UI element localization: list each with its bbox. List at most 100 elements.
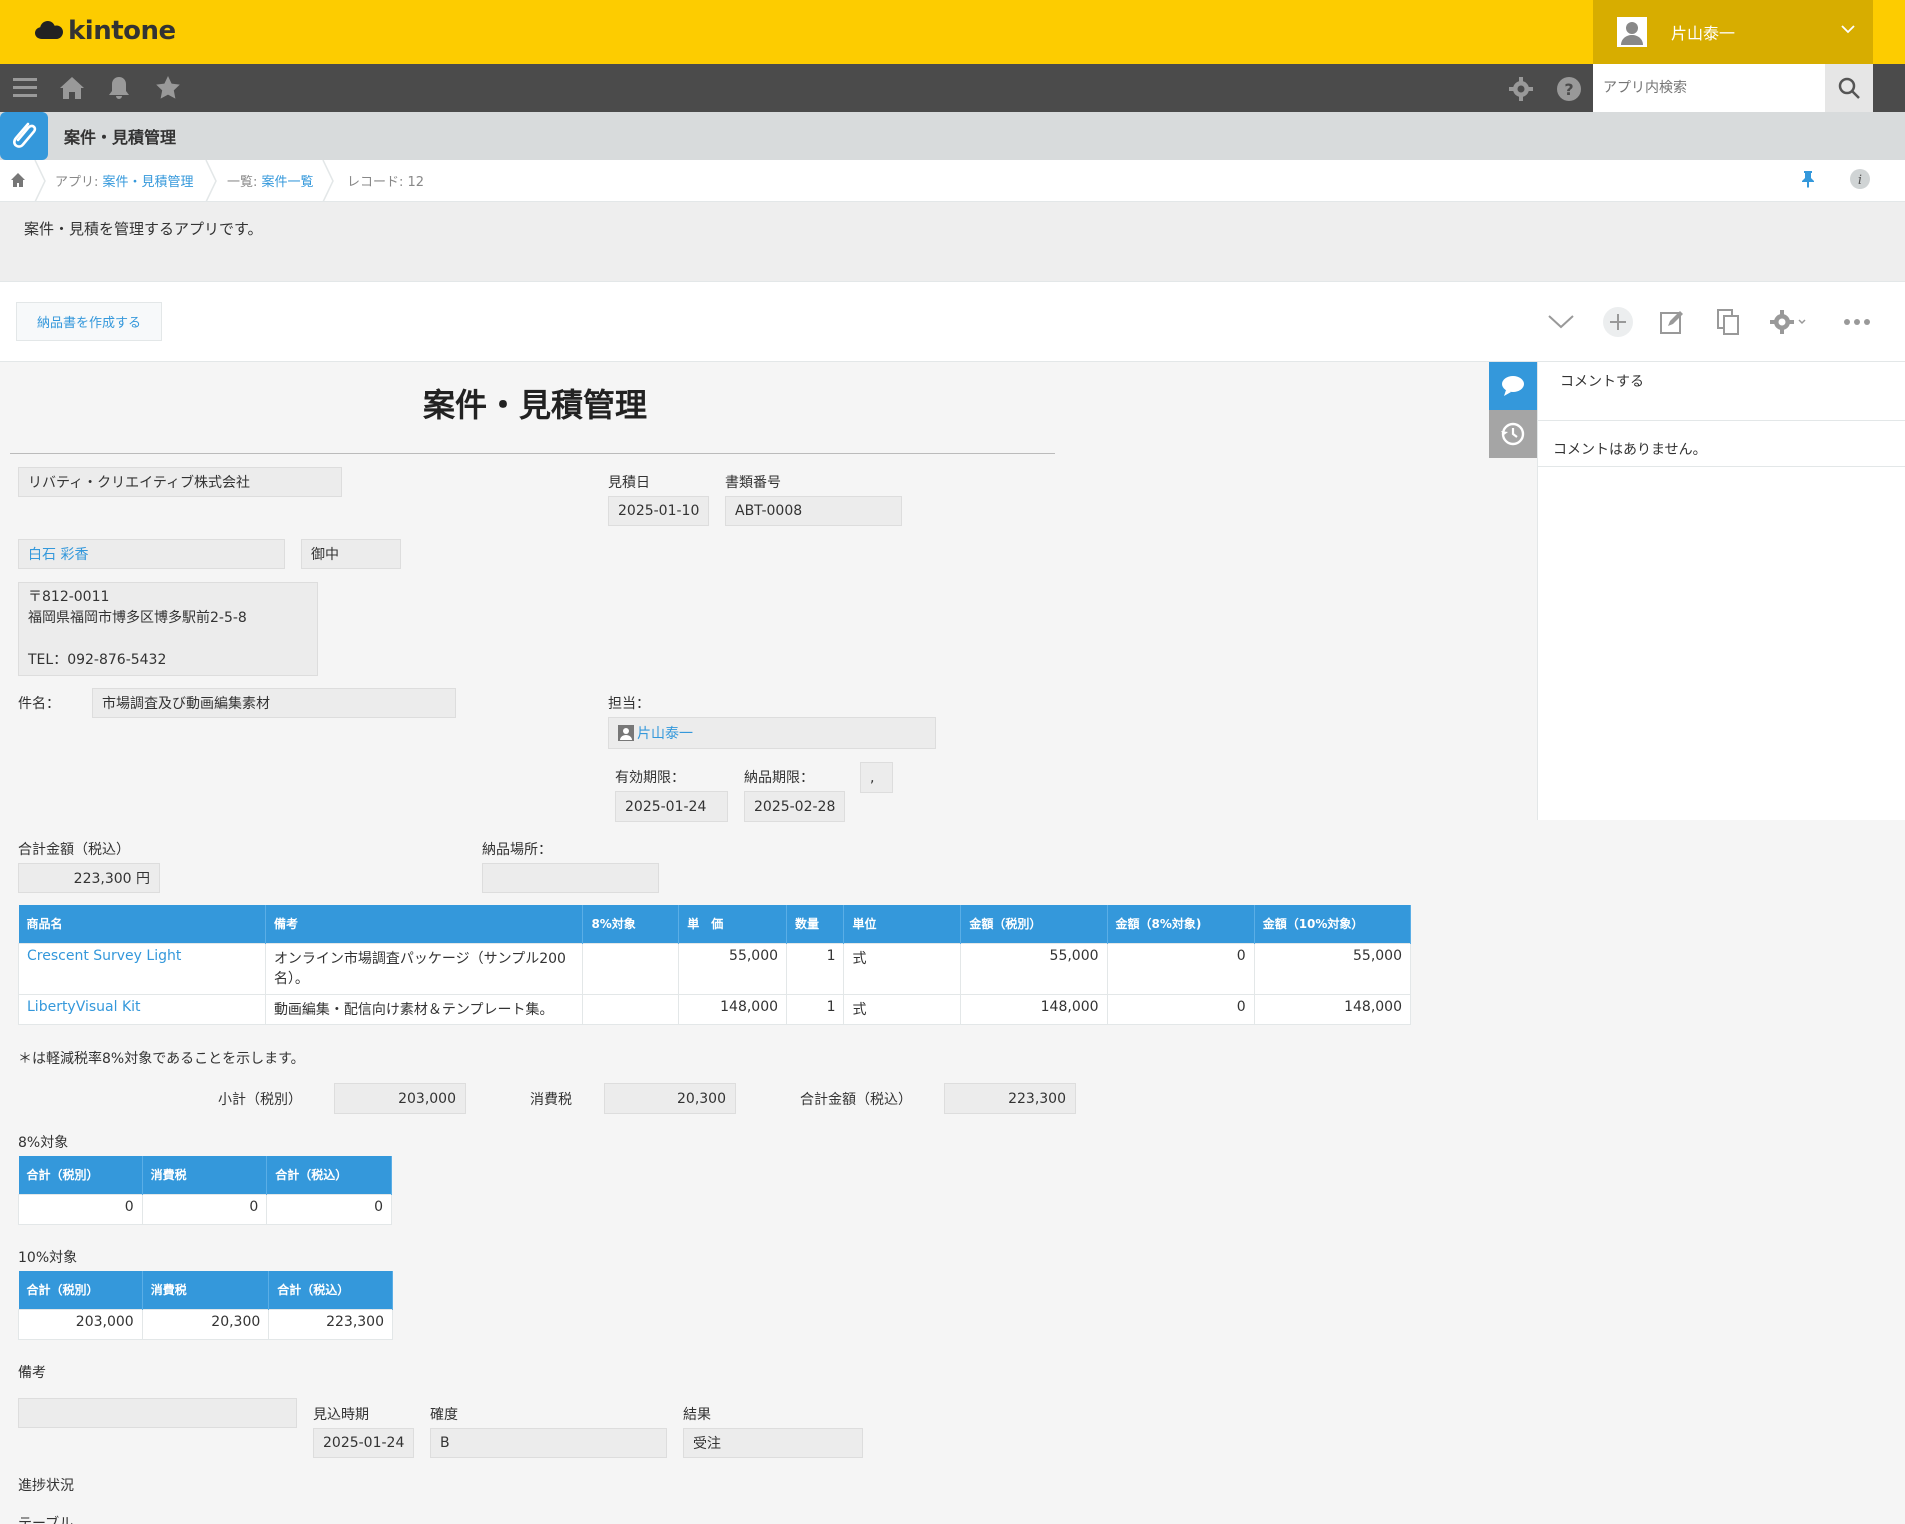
app-header bbox=[0, 112, 1905, 160]
doc-no-field: ABT-0008 bbox=[725, 496, 902, 526]
col-total-ex: 合計（税別） bbox=[18, 1271, 143, 1309]
product-link[interactable]: LibertyVisual Kit bbox=[27, 999, 141, 1015]
tax-cell: 0 bbox=[141, 1193, 268, 1225]
total-ex-cell: 0 bbox=[18, 1193, 143, 1225]
col-product: 商品名 bbox=[18, 905, 266, 943]
pin-icon[interactable] bbox=[1800, 170, 1816, 188]
search-icon bbox=[1838, 77, 1860, 99]
col-note: 備考 bbox=[265, 905, 584, 943]
star-icon[interactable] bbox=[155, 75, 181, 101]
kintone-logo[interactable]: kintone bbox=[34, 16, 176, 46]
product-cell[interactable]: LibertyVisual Kit bbox=[18, 993, 266, 1025]
breadcrumb-app-link[interactable]: 案件・見積管理 bbox=[103, 175, 194, 190]
expect-label: 見込時期 bbox=[313, 1407, 369, 1423]
app-search-input[interactable] bbox=[1593, 64, 1825, 112]
user-icon bbox=[618, 725, 634, 741]
comment-panel bbox=[1537, 362, 1905, 820]
breadcrumb-view-link[interactable]: 案件一覧 bbox=[262, 175, 314, 190]
col-total-in: 合計（税込） bbox=[268, 1271, 393, 1309]
amount-cell: 55,000 bbox=[960, 942, 1108, 995]
address-line: 福岡県福岡市博多区博多駅前2-5-8 bbox=[28, 610, 247, 626]
bell-icon[interactable] bbox=[106, 75, 132, 101]
add-record-icon[interactable] bbox=[1602, 306, 1634, 338]
tax-label: 消費税 bbox=[530, 1092, 572, 1108]
create-delivery-note-button[interactable]: 納品書を作成する bbox=[16, 302, 162, 341]
certainty-label: 確度 bbox=[430, 1407, 458, 1423]
items-table: 商品名 備考 8%対象 単 価 数量 単位 金額（税別） 金額（8%対象) 金額… bbox=[18, 905, 1412, 1025]
amount-cell: 148,000 bbox=[960, 993, 1108, 1025]
comments-tab[interactable] bbox=[1489, 362, 1537, 410]
comment-input[interactable]: コメントする bbox=[1560, 371, 1644, 391]
expect-field: 2025-01-24 bbox=[313, 1428, 414, 1458]
col-amount8: 金額（8%対象) bbox=[1107, 905, 1255, 943]
logo-text: kintone bbox=[68, 16, 176, 46]
no-comments-text: コメントはありません。 bbox=[1553, 442, 1707, 458]
divider bbox=[1537, 420, 1905, 421]
user-avatar-icon bbox=[1617, 17, 1647, 47]
app-description-area bbox=[0, 202, 1905, 282]
history-tab[interactable] bbox=[1489, 410, 1537, 458]
subject-label: 件名： bbox=[18, 696, 60, 712]
breadcrumb-separator bbox=[34, 160, 46, 202]
table-label: テーブル bbox=[18, 1516, 74, 1524]
breadcrumb-home-icon[interactable] bbox=[10, 172, 26, 188]
qty-cell: 1 bbox=[786, 942, 845, 995]
divider bbox=[1537, 466, 1905, 467]
chevron-down-icon[interactable] bbox=[1546, 306, 1576, 336]
col-reduced: 8%対象 bbox=[582, 905, 680, 943]
help-icon[interactable]: ? bbox=[1556, 76, 1582, 102]
table-row: Crescent Survey Light オンライン市場調査パッケージ（サンプ… bbox=[18, 942, 1412, 995]
comment-icon bbox=[1502, 376, 1524, 396]
unit-cell: 式 bbox=[843, 942, 962, 995]
duplicate-icon[interactable] bbox=[1714, 308, 1742, 336]
remarks-label: 備考 bbox=[18, 1365, 46, 1381]
product-link[interactable]: Crescent Survey Light bbox=[27, 948, 181, 964]
grand-total-field: 223,300 bbox=[944, 1083, 1076, 1114]
contact-field: 白石 彩香 bbox=[18, 539, 285, 569]
breadcrumb-view[interactable]: 一覧: 案件一覧 bbox=[227, 171, 314, 190]
qty-cell: 1 bbox=[786, 993, 845, 1025]
table-row: 0 0 0 bbox=[18, 1193, 392, 1225]
settings-gear-icon[interactable] bbox=[1768, 308, 1810, 336]
contact-link[interactable]: 白石 彩香 bbox=[28, 544, 88, 564]
col-total-in: 合計（税込） bbox=[266, 1156, 392, 1194]
delivery-place-field bbox=[482, 863, 659, 893]
menu-icon[interactable] bbox=[12, 75, 38, 101]
col-total-ex: 合計（税別） bbox=[18, 1156, 143, 1194]
col-unit: 単位 bbox=[843, 905, 962, 943]
svg-text:i: i bbox=[1858, 173, 1862, 188]
more-options-icon[interactable] bbox=[1842, 312, 1872, 332]
reduced-cell bbox=[582, 942, 680, 995]
items-header-row: 商品名 備考 8%対象 単 価 数量 単位 金額（税別） 金額（8%対象) 金額… bbox=[18, 905, 1412, 943]
breadcrumb-app[interactable]: アプリ: 案件・見積管理 bbox=[55, 171, 194, 190]
owner-field: 片山泰一 bbox=[608, 717, 936, 749]
user-menu[interactable]: 片山泰一 bbox=[1593, 0, 1873, 64]
owner-label: 担当： bbox=[608, 696, 650, 712]
info-icon[interactable]: i bbox=[1849, 168, 1871, 190]
app-title: 案件・見積管理 bbox=[64, 128, 177, 147]
home-icon[interactable] bbox=[59, 75, 85, 101]
delivery-date-label: 納品期限： bbox=[744, 770, 814, 786]
subject-field: 市場調査及び動画編集素材 bbox=[92, 688, 456, 718]
amount8-cell: 0 bbox=[1106, 942, 1255, 995]
amount10-cell: 55,000 bbox=[1253, 942, 1412, 995]
gear-icon[interactable] bbox=[1508, 76, 1534, 102]
col-tax: 消費税 bbox=[142, 1271, 270, 1309]
tax-cell: 20,300 bbox=[141, 1308, 270, 1340]
note-cell: 動画編集・配信向け素材＆テンプレート集。 bbox=[264, 993, 584, 1025]
table-row: LibertyVisual Kit 動画編集・配信向け素材＆テンプレート集。 1… bbox=[18, 993, 1412, 1025]
amount8-cell: 0 bbox=[1106, 993, 1255, 1025]
breadcrumb-view-prefix: 一覧: bbox=[227, 175, 262, 190]
table-row: 203,000 20,300 223,300 bbox=[18, 1308, 393, 1340]
certainty-field: B bbox=[430, 1428, 667, 1458]
address-line bbox=[28, 629, 308, 650]
subtotal-label: 小計（税別） bbox=[218, 1092, 302, 1108]
product-cell[interactable]: Crescent Survey Light bbox=[18, 942, 266, 995]
edit-icon[interactable] bbox=[1658, 308, 1686, 336]
tax10-header-row: 合計（税別） 消費税 合計（税込） bbox=[18, 1271, 393, 1309]
owner-link[interactable]: 片山泰一 bbox=[637, 723, 693, 743]
honorific-field: 御中 bbox=[301, 539, 401, 569]
search-button[interactable] bbox=[1825, 64, 1873, 112]
breadcrumb-separator bbox=[205, 160, 217, 202]
breadcrumb-separator bbox=[322, 160, 334, 202]
